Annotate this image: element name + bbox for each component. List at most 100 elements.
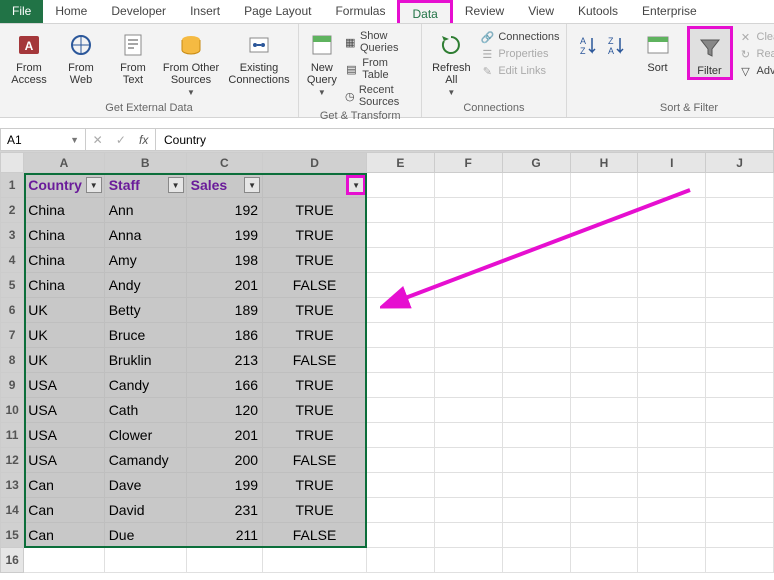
name-box[interactable]: A1 ▼ [0,128,86,151]
tab-data[interactable]: Data [397,0,452,23]
cell-H9[interactable] [570,373,638,398]
cell-B9[interactable]: Candy [104,373,186,398]
cell-D14[interactable]: TRUE [263,498,367,523]
tab-formulas[interactable]: Formulas [323,0,397,23]
cell-I15[interactable] [638,523,706,548]
cell-C12[interactable]: 200 [186,448,262,473]
new-query-button[interactable]: New Query ▼ [305,26,339,97]
cell-B13[interactable]: Dave [104,473,186,498]
cell-D1[interactable]: ▼ [263,173,367,198]
cell-J9[interactable] [706,373,774,398]
cell-G3[interactable] [502,223,570,248]
cell-E6[interactable] [367,298,435,323]
cell-D12[interactable]: FALSE [263,448,367,473]
cell-D8[interactable]: FALSE [263,348,367,373]
cell-D3[interactable]: TRUE [263,223,367,248]
cell-J12[interactable] [706,448,774,473]
cell-E1[interactable] [367,173,435,198]
cell-F15[interactable] [434,523,502,548]
cell-J13[interactable] [706,473,774,498]
cell-H6[interactable] [570,298,638,323]
sort-za-button[interactable]: ZA [601,26,629,60]
cell-I3[interactable] [638,223,706,248]
from-web-button[interactable]: From Web [58,26,104,86]
cell-H13[interactable] [570,473,638,498]
cell-E9[interactable] [367,373,435,398]
cell-I10[interactable] [638,398,706,423]
cell-J2[interactable] [706,198,774,223]
cell-J10[interactable] [706,398,774,423]
cell-H12[interactable] [570,448,638,473]
select-all-corner[interactable] [1,153,24,173]
cell-H16[interactable] [570,548,638,573]
filter-dropdown-A[interactable]: ▼ [86,177,102,193]
row-header-11[interactable]: 11 [1,423,24,448]
col-header-G[interactable]: G [502,153,570,173]
cell-G16[interactable] [502,548,570,573]
cell-A3[interactable]: China [24,223,104,248]
cell-A12[interactable]: USA [24,448,104,473]
cell-I14[interactable] [638,498,706,523]
refresh-all-button[interactable]: Refresh All ▼ [428,26,474,97]
col-header-B[interactable]: B [104,153,186,173]
cell-G11[interactable] [502,423,570,448]
cell-H15[interactable] [570,523,638,548]
cell-A2[interactable]: China [24,198,104,223]
row-header-16[interactable]: 16 [1,548,24,573]
row-header-7[interactable]: 7 [1,323,24,348]
cell-J11[interactable] [706,423,774,448]
col-header-C[interactable]: C [186,153,262,173]
cell-D11[interactable]: TRUE [263,423,367,448]
cell-E13[interactable] [367,473,435,498]
cell-H7[interactable] [570,323,638,348]
cell-B8[interactable]: Bruklin [104,348,186,373]
cell-G14[interactable] [502,498,570,523]
cell-E7[interactable] [367,323,435,348]
cell-F14[interactable] [434,498,502,523]
cell-B4[interactable]: Amy [104,248,186,273]
cell-E14[interactable] [367,498,435,523]
cell-F1[interactable] [434,173,502,198]
cell-A10[interactable]: USA [24,398,104,423]
cell-D16[interactable] [263,548,367,573]
cell-B6[interactable]: Betty [104,298,186,323]
cell-J3[interactable] [706,223,774,248]
cell-I6[interactable] [638,298,706,323]
cell-A8[interactable]: UK [24,348,104,373]
filter-button[interactable]: Filter [687,26,733,80]
cell-G9[interactable] [502,373,570,398]
cell-J6[interactable] [706,298,774,323]
cell-B11[interactable]: Clower [104,423,186,448]
tab-pagelayout[interactable]: Page Layout [232,0,323,23]
cell-D2[interactable]: TRUE [263,198,367,223]
cell-D13[interactable]: TRUE [263,473,367,498]
cell-A6[interactable]: UK [24,298,104,323]
cell-I8[interactable] [638,348,706,373]
cell-A14[interactable]: Can [24,498,104,523]
cell-G7[interactable] [502,323,570,348]
cell-C5[interactable]: 201 [186,273,262,298]
cell-F5[interactable] [434,273,502,298]
tab-enterprise[interactable]: Enterprise [630,0,709,23]
cell-G10[interactable] [502,398,570,423]
cell-B16[interactable] [104,548,186,573]
tab-kutools[interactable]: Kutools [566,0,630,23]
cell-A9[interactable]: USA [24,373,104,398]
row-header-9[interactable]: 9 [1,373,24,398]
filter-dropdown-D[interactable]: ▼ [348,177,364,193]
cell-I9[interactable] [638,373,706,398]
reapply-button[interactable]: ↻Reapply [739,47,774,61]
cell-I13[interactable] [638,473,706,498]
cell-C1[interactable]: Sales▼ [186,173,262,198]
cell-F7[interactable] [434,323,502,348]
cell-J1[interactable] [706,173,774,198]
cell-G13[interactable] [502,473,570,498]
row-header-1[interactable]: 1 [1,173,24,198]
cell-F2[interactable] [434,198,502,223]
cell-F11[interactable] [434,423,502,448]
cell-I11[interactable] [638,423,706,448]
cell-D4[interactable]: TRUE [263,248,367,273]
cell-C15[interactable]: 211 [186,523,262,548]
tab-home[interactable]: Home [43,0,99,23]
from-text-button[interactable]: From Text [110,26,156,86]
